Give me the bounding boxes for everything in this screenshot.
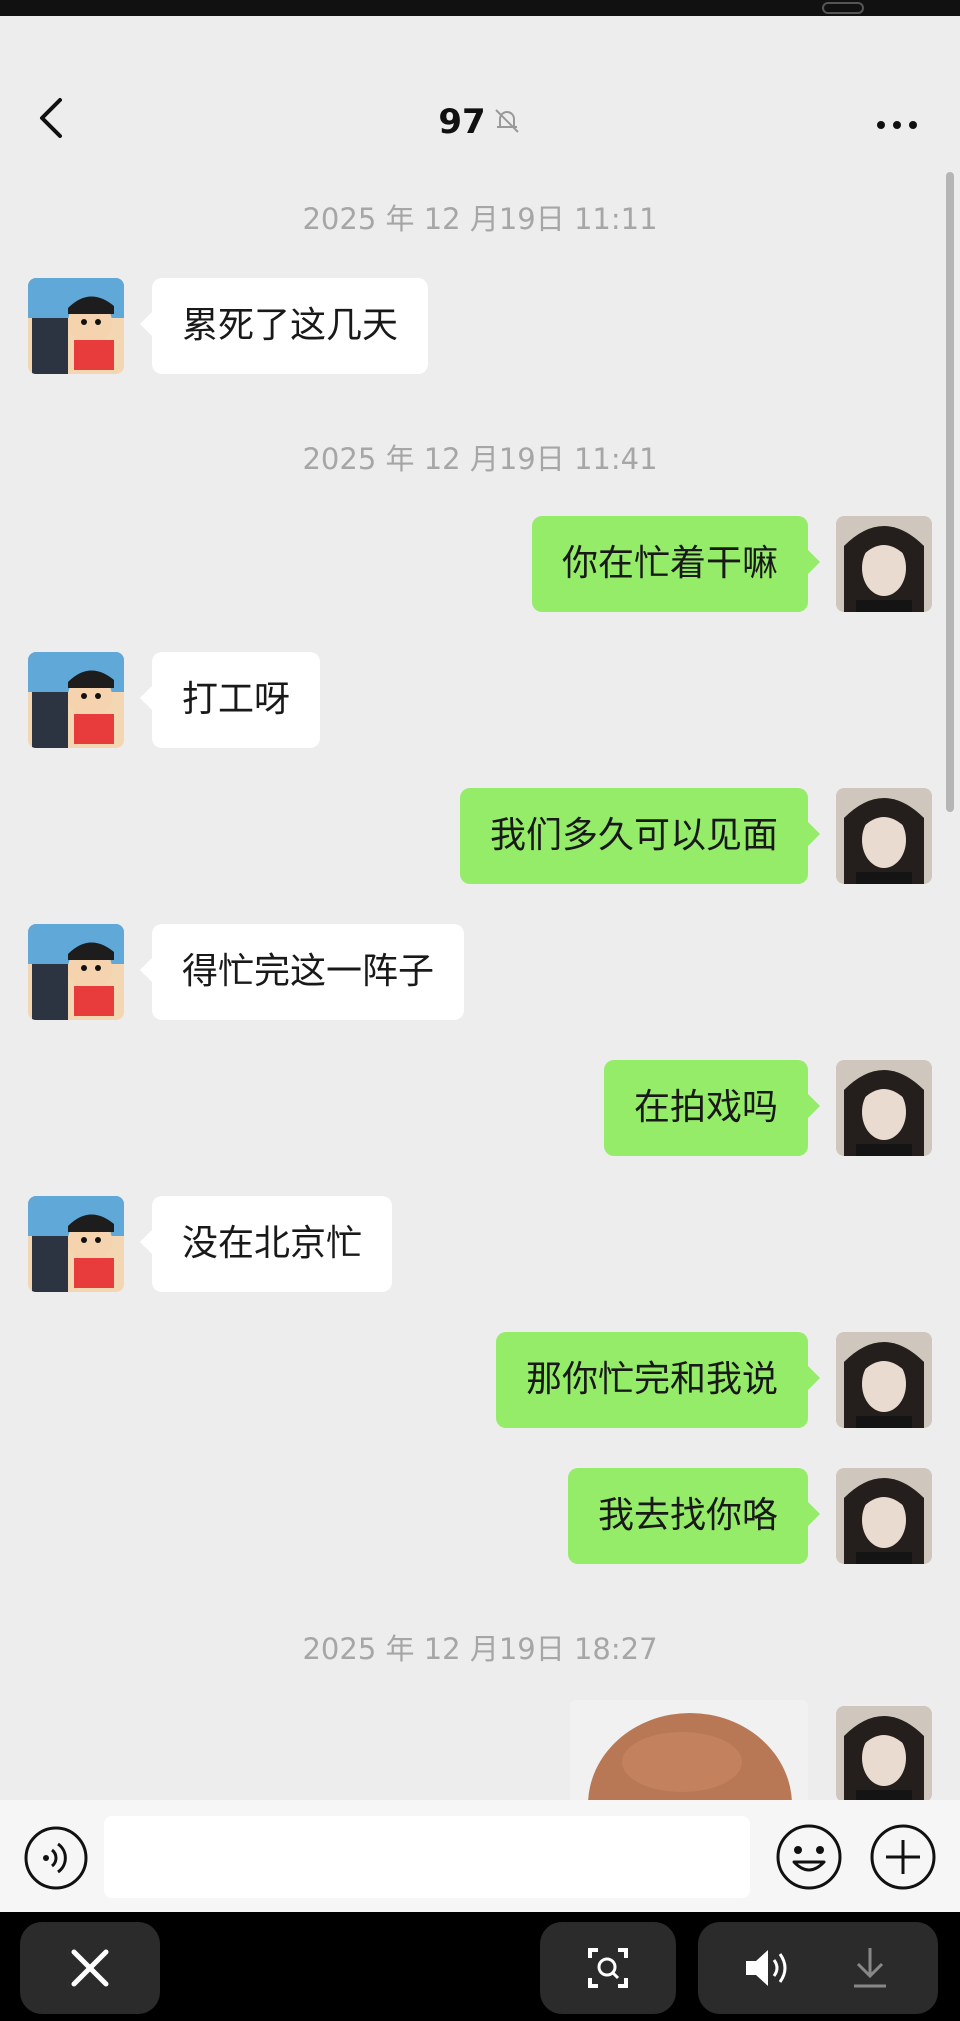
my-avatar[interactable]: [836, 788, 932, 884]
voice-button[interactable]: [22, 1824, 90, 1892]
outgoing-message[interactable]: 你在忙着干嘛: [531, 516, 821, 612]
outgoing-message[interactable]: 我去找你咯: [567, 1468, 821, 1564]
close-button[interactable]: [20, 1922, 160, 2014]
speaker-icon[interactable]: [742, 1944, 792, 1992]
media-controls: [698, 1922, 938, 2014]
emoji-icon: [776, 1824, 842, 1890]
battery-icon: [822, 2, 864, 14]
incoming-message[interactable]: 得忙完这一阵子: [139, 924, 465, 1020]
viewer-toolbar: [0, 1912, 960, 2021]
my-avatar[interactable]: [836, 1468, 932, 1564]
timestamp: 2025 年 12 月19日 11:41: [302, 442, 658, 476]
download-icon[interactable]: [848, 1944, 892, 1992]
voice-icon: [24, 1826, 88, 1890]
my-avatar[interactable]: [836, 516, 932, 612]
more-dots-icon: [877, 121, 917, 129]
status-bar: [0, 0, 960, 16]
incoming-message[interactable]: 打工呀: [139, 652, 321, 748]
chat-scrollbar[interactable]: [946, 172, 954, 812]
outgoing-message[interactable]: 我们多久可以见面: [459, 788, 821, 884]
timestamp: 2025 年 12 月19日 18:27: [302, 1632, 658, 1666]
close-icon: [71, 1949, 109, 1987]
scan-button[interactable]: [540, 1922, 676, 2014]
timestamp: 2025 年 12 月19日 11:11: [302, 202, 658, 236]
chat-header: 97: [0, 16, 960, 206]
chat-title: 97: [438, 102, 486, 142]
my-avatar[interactable]: [836, 1706, 932, 1802]
chat-title-row: 97: [0, 102, 960, 142]
image-message[interactable]: [570, 1700, 808, 1800]
more-functions-button[interactable]: [866, 1820, 940, 1894]
my-avatar[interactable]: [836, 1332, 932, 1428]
message-input[interactable]: [104, 1816, 750, 1898]
contact-avatar[interactable]: [28, 1196, 124, 1292]
my-avatar[interactable]: [836, 1060, 932, 1156]
outgoing-message[interactable]: 在拍戏吗: [603, 1060, 821, 1156]
input-bar: [0, 1800, 960, 1912]
outgoing-message[interactable]: 那你忙完和我说: [495, 1332, 821, 1428]
incoming-message[interactable]: 没在北京忙: [139, 1196, 393, 1292]
scan-icon: [588, 1948, 628, 1988]
contact-avatar[interactable]: [28, 652, 124, 748]
plus-circle-icon: [870, 1824, 936, 1890]
contact-avatar[interactable]: [28, 278, 124, 374]
incoming-message[interactable]: 累死了这几天: [139, 278, 429, 374]
bell-muted-icon: [494, 108, 519, 133]
emoji-button[interactable]: [772, 1820, 846, 1894]
more-button[interactable]: [872, 110, 922, 140]
contact-avatar[interactable]: [28, 924, 124, 1020]
